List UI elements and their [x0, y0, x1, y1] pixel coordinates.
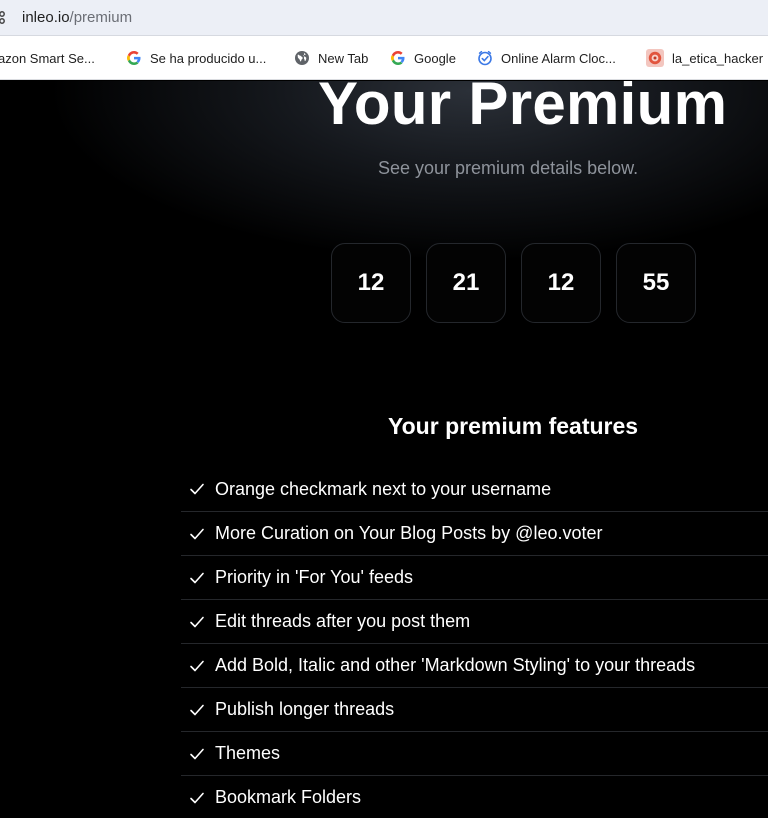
bookmark-amazon[interactable]: azon Smart Se...: [0, 36, 95, 80]
hacker-avatar-icon: [646, 49, 664, 67]
checkmark-icon: [190, 748, 204, 759]
premium-page: Your Premium See your premium details be…: [0, 81, 768, 818]
checkmark-icon: [190, 616, 204, 627]
bookmark-la-etica-hacker[interactable]: la_etica_hacker: [646, 36, 763, 80]
feature-item: Orange checkmark next to your username: [181, 467, 768, 511]
countdown-days: 12: [331, 243, 411, 323]
checkmark-icon: [190, 572, 204, 583]
feature-text: Publish longer threads: [215, 699, 395, 719]
feature-item: Edit threads after you post them: [181, 599, 768, 643]
google-icon: [127, 51, 141, 65]
bookmark-new-tab[interactable]: New Tab: [294, 36, 368, 80]
feature-item: Priority in 'For You' feeds: [181, 555, 768, 599]
checkmark-icon: [190, 483, 204, 495]
bookmark-se-ha-producido[interactable]: Se ha producido u...: [126, 36, 266, 80]
countdown-seconds: 55: [616, 243, 696, 323]
google-icon: [391, 51, 405, 65]
checkmark-icon: [190, 704, 204, 715]
feature-item: Bookmark Folders: [181, 775, 768, 818]
url-domain: inleo.io: [22, 9, 70, 26]
feature-text: Priority in 'For You' feeds: [215, 567, 413, 587]
feature-text: Orange checkmark next to your username: [215, 478, 552, 499]
feature-text: Edit threads after you post them: [215, 611, 471, 631]
bookmarks-bar: azon Smart Se... Se ha producido u... Ne…: [0, 36, 768, 80]
bookmark-google[interactable]: Google: [390, 36, 456, 80]
countdown-minutes: 12: [521, 243, 601, 323]
bookmark-label: Se ha producido u...: [150, 50, 267, 66]
feature-text: Bookmark Folders: [215, 787, 362, 807]
checkmark-icon: [190, 528, 204, 539]
countdown-hours: 21: [426, 243, 506, 323]
feature-item: Themes: [181, 731, 768, 775]
bookmark-label: Online Alarm Cloc...: [501, 50, 616, 66]
features-heading: Your premium features: [388, 413, 639, 439]
page-title: Your Premium: [318, 81, 728, 137]
bookmark-label: New Tab: [318, 50, 369, 66]
page-subtitle: See your premium details below.: [378, 158, 639, 178]
feature-item: Add Bold, Italic and other 'Markdown Sty…: [181, 643, 768, 687]
feature-text: Add Bold, Italic and other 'Markdown Sty…: [215, 655, 696, 675]
bookmark-label: Google: [414, 50, 456, 66]
bookmark-label: la_etica_hacker: [672, 50, 764, 66]
bookmark-online-alarm-clock[interactable]: Online Alarm Cloc...: [477, 36, 616, 80]
feature-text: More Curation on Your Blog Posts by @leo…: [215, 523, 603, 543]
feature-item: More Curation on Your Blog Posts by @leo…: [181, 511, 768, 555]
site-settings-icon[interactable]: [0, 10, 8, 26]
url-path: /premium: [69, 9, 133, 26]
address-bar[interactable]: inleo.io/premium: [0, 0, 768, 36]
checkmark-icon: [190, 660, 204, 671]
alarm-check-icon: [478, 50, 492, 66]
bookmark-label: azon Smart Se...: [0, 50, 95, 66]
feature-item: Publish longer threads: [181, 687, 768, 731]
feature-text: Themes: [215, 743, 281, 763]
checkmark-icon: [190, 792, 204, 803]
globe-icon: [295, 51, 309, 65]
url-text[interactable]: inleo.io/premium: [22, 9, 132, 26]
